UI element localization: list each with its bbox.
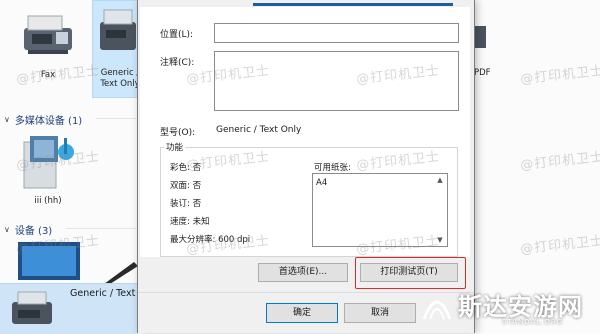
- chevron-down-icon: ∨: [4, 115, 10, 124]
- chevron-down-icon: ∨: [4, 225, 10, 234]
- fax-printer-icon: [24, 15, 72, 54]
- section-multimedia-devices[interactable]: ∨ 多媒体设备 (1): [4, 112, 82, 127]
- model-label: 型号(O):: [160, 128, 196, 138]
- feature-staple: 装订: 否: [170, 199, 202, 209]
- selected-device-label: Generic / Text O: [70, 288, 146, 299]
- logo-chinese-text: 斯达安游网: [458, 292, 583, 321]
- logo-english-text: STANDAL.ORG: [502, 318, 564, 326]
- preferences-button[interactable]: 首选项(E)...: [258, 263, 348, 282]
- section-divider-2: [66, 228, 136, 229]
- ok-button[interactable]: 确定: [266, 303, 338, 323]
- features-title: 功能: [164, 141, 186, 153]
- feature-duplex: 双面: 否: [170, 181, 202, 191]
- ok-button-label: 确定: [292, 308, 311, 318]
- section-divider: [96, 118, 136, 119]
- location-input[interactable]: [214, 23, 459, 43]
- media-device-label: iii (hh): [34, 196, 62, 206]
- paper-item-a4[interactable]: A4: [316, 178, 327, 188]
- preferences-button-label: 首选项(E)...: [278, 267, 328, 277]
- pdf-printer-icon-right: [474, 26, 486, 48]
- cancel-button-label: 取消: [370, 308, 389, 318]
- comment-input[interactable]: [214, 51, 459, 111]
- site-logo-watermark: 斯达安游网 STANDAL.ORG: [414, 283, 600, 333]
- comment-label: 注释(C):: [160, 58, 195, 68]
- general-tab-panel: 位置(L): 注释(C): 型号(O): Generic / Text Only…: [140, 7, 470, 257]
- feature-speed: 速度: 未知: [170, 217, 210, 227]
- generic-printer-icon: [100, 9, 136, 50]
- model-value: Generic / Text Only: [216, 125, 302, 135]
- location-label: 位置(L):: [160, 30, 194, 40]
- pdf-label-right: PDF: [474, 68, 491, 78]
- selected-device-bar[interactable]: Generic / Text O: [0, 283, 146, 334]
- scroll-up-icon[interactable]: ▲: [435, 176, 445, 184]
- printer-icon: [12, 291, 52, 324]
- section-multimedia-label: 多媒体设备 (1): [14, 116, 83, 127]
- arch-logo-icon: [422, 300, 452, 320]
- cancel-button[interactable]: 取消: [344, 303, 416, 323]
- active-tab-indicator: [253, 3, 453, 6]
- paper-label: 可用纸张:: [314, 163, 351, 173]
- keyboard-icon: [104, 262, 138, 284]
